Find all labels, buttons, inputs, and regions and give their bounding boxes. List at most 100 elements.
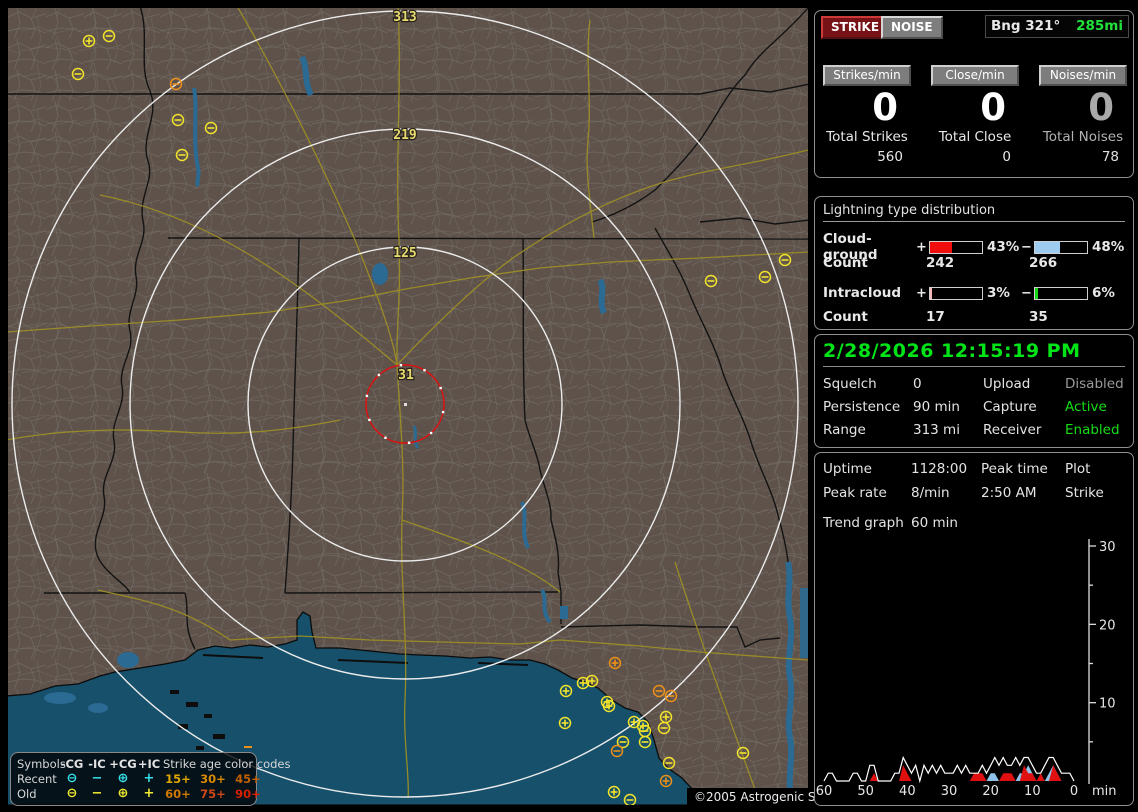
upload-status: Disabled — [1065, 376, 1125, 392]
close-per-min-column: Close/min 0 Total Close 0 — [931, 65, 1019, 165]
total-close-value: 0 — [931, 149, 1019, 165]
total-close-label: Total Close — [931, 129, 1019, 145]
ic-count-label: Count — [823, 309, 918, 325]
capture-label: Capture — [983, 399, 1065, 415]
peak-time-label: Peak time — [981, 461, 1065, 477]
upload-label: Upload — [983, 376, 1065, 392]
age-code-75: 75+ — [195, 787, 231, 801]
noises-per-min-button[interactable]: Noises/min — [1039, 65, 1127, 86]
cg-positive-pct: 43% — [983, 239, 1021, 255]
total-noises-value: 78 — [1039, 149, 1127, 165]
ic-count-row: Count 17 35 — [823, 309, 1125, 325]
intracloud-row: Intracloud + 3% − 6% — [823, 285, 1125, 301]
counters-panel: STRIKE NOISE Bng 321° 285mi Strikes/min … — [814, 10, 1134, 178]
legend-recent-row: Recent ⊖−⊕+15+30+45+ — [17, 771, 251, 786]
trend-panel: Uptime 1128:00 Peak time Plot Peak rate … — [814, 452, 1134, 806]
ring-label-125: 125 — [393, 246, 416, 261]
y-tick-label: 20 — [1099, 618, 1116, 633]
age-code-90: 90+ — [231, 787, 265, 801]
divider — [823, 366, 1125, 367]
ring-label-313: 313 — [393, 10, 416, 25]
cg-negative-bar — [1034, 241, 1088, 254]
x-axis-unit-label: min — [1092, 784, 1117, 799]
ring-label-31: 31 — [398, 368, 414, 383]
status-row: Persistence 90 min Capture Active — [823, 399, 1125, 415]
close-per-min-button[interactable]: Close/min — [931, 65, 1019, 86]
bearing-distance: 285mi — [1076, 18, 1123, 34]
minus-sign: − — [1021, 286, 1034, 301]
cloud-ground-row: Cloud-ground + 43% − 48% — [823, 231, 1125, 247]
x-tick-label: 20 — [982, 784, 999, 799]
ic-positive-count: 17 — [918, 309, 1021, 325]
station-center-marker — [404, 403, 407, 406]
noises-per-min-column: Noises/min 0 Total Noises 78 — [1039, 65, 1127, 165]
strikes-per-min-button[interactable]: Strikes/min — [823, 65, 911, 86]
legend-col-ic-minus: -IC — [85, 757, 109, 771]
plus-sign: + — [916, 286, 929, 301]
squelch-value: 0 — [913, 376, 983, 392]
total-noises-label: Total Noises — [1039, 129, 1127, 145]
noises-per-min-value: 0 — [1039, 89, 1127, 126]
x-tick-label: 30 — [941, 784, 958, 799]
distribution-panel: Lightning type distribution Cloud-ground… — [814, 196, 1134, 330]
legend-col-cg-minus: -CG — [59, 757, 85, 771]
strike-mode-button[interactable]: STRIKE — [821, 16, 889, 39]
legend-col-ic-plus: +IC — [137, 757, 161, 771]
legend-old-row: Old ⊖−⊕+60+75+90+ — [17, 786, 251, 801]
cg-positive-bar — [929, 241, 983, 254]
cg-minus-recent-icon: ⊖ — [59, 772, 85, 785]
plus-sign: + — [916, 240, 929, 255]
intracloud-series — [824, 765, 1074, 781]
status-row: Range 313 mi Receiver Enabled — [823, 422, 1125, 438]
peak-rate-label: Peak rate — [823, 485, 911, 501]
ic-negative-pct: 6% — [1088, 285, 1128, 301]
total-strikes-series — [824, 758, 1074, 782]
al-fl-border — [285, 592, 558, 593]
map-canvas: 31321912531 — [8, 8, 808, 805]
bearing-display: Bng 321° 285mi — [985, 15, 1129, 38]
ic-positive-bar — [929, 287, 983, 300]
cg-plus-old-icon: ⊕ — [109, 787, 137, 800]
y-tick-label: 30 — [1099, 540, 1116, 555]
cloud-ground-series — [824, 765, 1074, 781]
strikes-per-min-column: Strikes/min 0 Total Strikes 560 — [823, 65, 911, 165]
cg-plus-recent-icon: ⊕ — [109, 772, 137, 785]
age-code-15: 15+ — [161, 772, 195, 786]
ic-positive-pct: 3% — [983, 285, 1021, 301]
range-value: 313 mi — [913, 422, 983, 438]
bearing-value: Bng 321° — [991, 18, 1060, 34]
age-code-30: 30+ — [195, 772, 231, 786]
lightning-map[interactable]: 31321912531 Symbols -CG -IC +CG +IC Stri… — [8, 8, 808, 805]
x-tick-label: 50 — [857, 784, 874, 799]
receiver-label: Receiver — [983, 422, 1065, 438]
strikes-per-min-value: 0 — [823, 89, 911, 126]
cg-negative-bar-fill — [1035, 242, 1060, 253]
age-code-45: 45+ — [231, 772, 265, 786]
plot-type-value: Strike — [1065, 485, 1125, 501]
ic-minus-old-icon: − — [85, 787, 109, 800]
squelch-label: Squelch — [823, 376, 913, 392]
trend-graph-label: Trend graph — [823, 515, 911, 531]
legend-old-label: Old — [17, 787, 59, 801]
legend-col-cg-plus: +CG — [109, 757, 137, 771]
lake-pontchartrain — [117, 652, 139, 668]
legend-recent-label: Recent — [17, 772, 59, 786]
intracloud-label: Intracloud — [823, 285, 916, 301]
noise-mode-button[interactable]: NOISE — [881, 16, 943, 39]
ic-negative-count: 35 — [1021, 309, 1125, 325]
peak-time-value: 2:50 AM — [981, 485, 1065, 501]
cg-minus-old-icon: ⊖ — [59, 787, 85, 800]
ic-plus-recent-icon: + — [137, 772, 161, 785]
status-panel: 2/28/2026 12:15:19 PM Squelch 0 Upload D… — [814, 334, 1134, 448]
app-window: 31321912531 Symbols -CG -IC +CG +IC Stri… — [0, 0, 1138, 812]
persistence-value: 90 min — [913, 399, 983, 415]
plot-label: Plot — [1065, 461, 1125, 477]
uptime-label: Uptime — [823, 461, 911, 477]
status-row: Squelch 0 Upload Disabled — [823, 376, 1125, 392]
cg-negative-pct: 48% — [1088, 239, 1128, 255]
distribution-title: Lightning type distribution — [823, 203, 1125, 222]
stats-row: Uptime 1128:00 Peak time Plot — [823, 461, 1125, 477]
ic-negative-bar — [1034, 287, 1088, 300]
legend-header-row: Symbols -CG -IC +CG +IC Strike age color… — [17, 756, 251, 771]
y-tick-label: 10 — [1099, 697, 1116, 712]
